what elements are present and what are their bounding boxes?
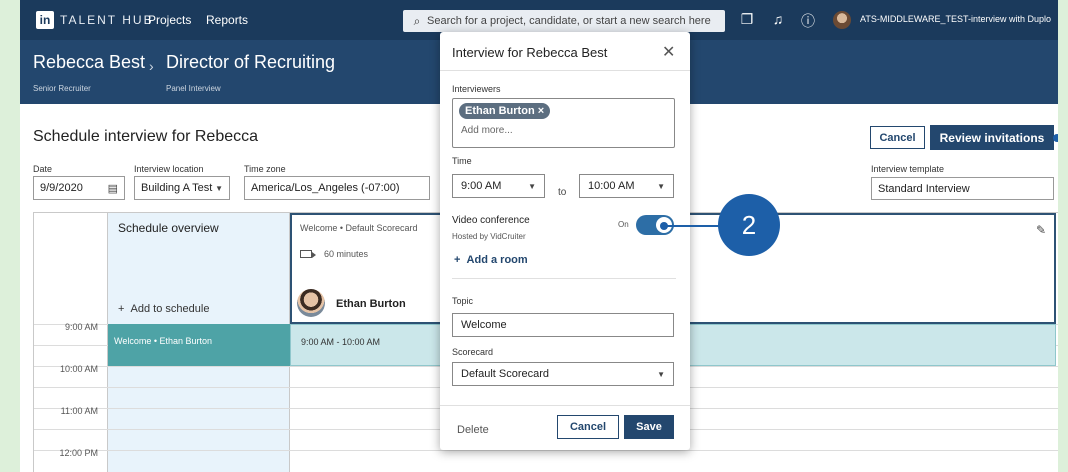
interviewer-chip[interactable]: Ethan Burton ×: [459, 103, 551, 119]
scorecard-select[interactable]: Default Scorecard ▼: [452, 362, 674, 386]
add-to-schedule-button[interactable]: + Add to schedule: [118, 303, 209, 315]
time-label: Time: [452, 156, 472, 166]
date-value: 9/9/2020: [40, 182, 83, 194]
template-value: Standard Interview: [878, 182, 970, 195]
topic-label: Topic: [452, 296, 474, 306]
start-time-select[interactable]: 9:00 AM ▼: [452, 174, 545, 198]
interview-stage: Panel Interview: [166, 84, 221, 93]
breadcrumb-separator: ›: [149, 58, 154, 74]
bell-icon[interactable]: ♫: [769, 11, 787, 27]
chevron-down-icon: ▼: [657, 181, 665, 191]
linkedin-logo-icon: in: [36, 11, 54, 29]
search-icon: ⌕: [413, 13, 421, 28]
candidate-role: Senior Recruiter: [33, 84, 91, 93]
add-room-button[interactable]: + Add a room: [454, 254, 528, 266]
interviewer-avatar: [297, 289, 325, 317]
start-time-value: 9:00 AM: [461, 180, 502, 192]
time-label: 9:00 AM: [64, 322, 98, 332]
template-label: Interview template: [871, 164, 945, 174]
pencil-icon[interactable]: ✎: [1036, 223, 1046, 237]
row-divider: [34, 450, 1058, 451]
callout-number-badge: 2: [718, 194, 780, 256]
scorecard-value: Default Scorecard: [461, 368, 550, 380]
close-icon[interactable]: ✕: [662, 42, 675, 62]
topic-input[interactable]: Welcome: [452, 313, 674, 337]
messages-icon[interactable]: ❐: [738, 11, 756, 28]
card-duration: 60 minutes: [300, 249, 368, 259]
brand-name: TALENT HUB: [60, 13, 154, 27]
interviewers-label: Interviewers: [452, 84, 501, 94]
time-column: [34, 213, 108, 472]
timezone-select[interactable]: America/Los_Angeles (-07:00): [244, 176, 430, 200]
video-conference-label: Video conference: [452, 215, 530, 226]
candidate-name[interactable]: Rebecca Best: [33, 52, 145, 73]
date-field[interactable]: 9/9/2020 ▤: [33, 176, 125, 200]
timezone-label: Time zone: [244, 164, 286, 174]
callout-marker-dot: [1053, 134, 1058, 142]
interview-modal: Interview for Rebecca Best ✕ Interviewer…: [440, 32, 690, 450]
search-input[interactable]: ⌕ Search for a project, candidate, or st…: [403, 10, 725, 32]
scorecard-label: Scorecard: [452, 347, 494, 357]
cancel-button[interactable]: Cancel: [870, 126, 925, 149]
chevron-down-icon: ▼: [657, 369, 665, 379]
review-invitations-button[interactable]: Review invitations: [930, 125, 1054, 150]
add-room-label: Add a room: [466, 254, 528, 266]
video-host-text: Hosted by VidCruiter: [452, 232, 526, 241]
duration-text: 60 minutes: [324, 249, 369, 259]
to-label: to: [558, 187, 567, 198]
add-more-placeholder: Add more...: [461, 125, 513, 136]
divider: [440, 70, 690, 71]
chevron-down-icon: ▼: [215, 183, 223, 193]
job-title[interactable]: Director of Recruiting: [166, 52, 335, 73]
location-label: Interview location: [134, 164, 204, 174]
time-label: 12:00 PM: [59, 448, 98, 458]
schedule-overview-title: Schedule overview: [118, 221, 219, 235]
modal-title: Interview for Rebecca Best: [452, 45, 608, 60]
callout-dot: [660, 222, 668, 230]
delete-button[interactable]: Delete: [457, 424, 489, 436]
overview-event-block[interactable]: Welcome • Ethan Burton: [108, 324, 290, 366]
event-time-range: 9:00 AM - 10:00 AM: [301, 337, 381, 347]
location-value: Building A Test: [141, 182, 213, 194]
interviewer-name: Ethan Burton: [336, 298, 406, 310]
help-icon[interactable]: ⓘ: [799, 11, 817, 31]
end-time-select[interactable]: 10:00 AM ▼: [579, 174, 674, 198]
video-camera-icon: [300, 250, 316, 258]
add-to-schedule-label: Add to schedule: [130, 303, 210, 315]
modal-save-button[interactable]: Save: [624, 415, 674, 439]
nav-link-projects[interactable]: Projects: [148, 13, 191, 27]
divider: [440, 405, 690, 406]
toggle-state-label: On: [618, 220, 629, 229]
user-label[interactable]: ATS-MIDDLEWARE_TEST-interview with Duplo: [860, 14, 1051, 24]
nav-link-reports[interactable]: Reports: [206, 13, 248, 27]
location-select[interactable]: Building A Test ▼: [134, 176, 230, 200]
interviewers-input[interactable]: Ethan Burton × Add more...: [452, 98, 675, 148]
time-label: 10:00 AM: [59, 364, 98, 374]
template-select[interactable]: Standard Interview: [871, 177, 1054, 200]
end-time-value: 10:00 AM: [588, 180, 635, 192]
timezone-value: America/Los_Angeles (-07:00): [251, 182, 400, 194]
app-window: in TALENT HUB Projects Reports ⌕ Search …: [20, 0, 1058, 472]
card-header: Welcome • Default Scorecard: [300, 223, 418, 233]
modal-cancel-button[interactable]: Cancel: [557, 415, 619, 439]
page-title: Schedule interview for Rebecca: [33, 128, 259, 145]
date-label: Date: [33, 164, 53, 174]
topic-value: Welcome: [461, 319, 507, 331]
calendar-icon: ▤: [107, 182, 118, 195]
callout-connector: [662, 225, 722, 227]
divider: [452, 278, 676, 279]
time-label: 11:00 AM: [60, 406, 98, 416]
user-avatar[interactable]: [833, 11, 851, 29]
chevron-down-icon: ▼: [528, 181, 536, 191]
search-placeholder: Search for a project, candidate, or star…: [427, 15, 711, 27]
